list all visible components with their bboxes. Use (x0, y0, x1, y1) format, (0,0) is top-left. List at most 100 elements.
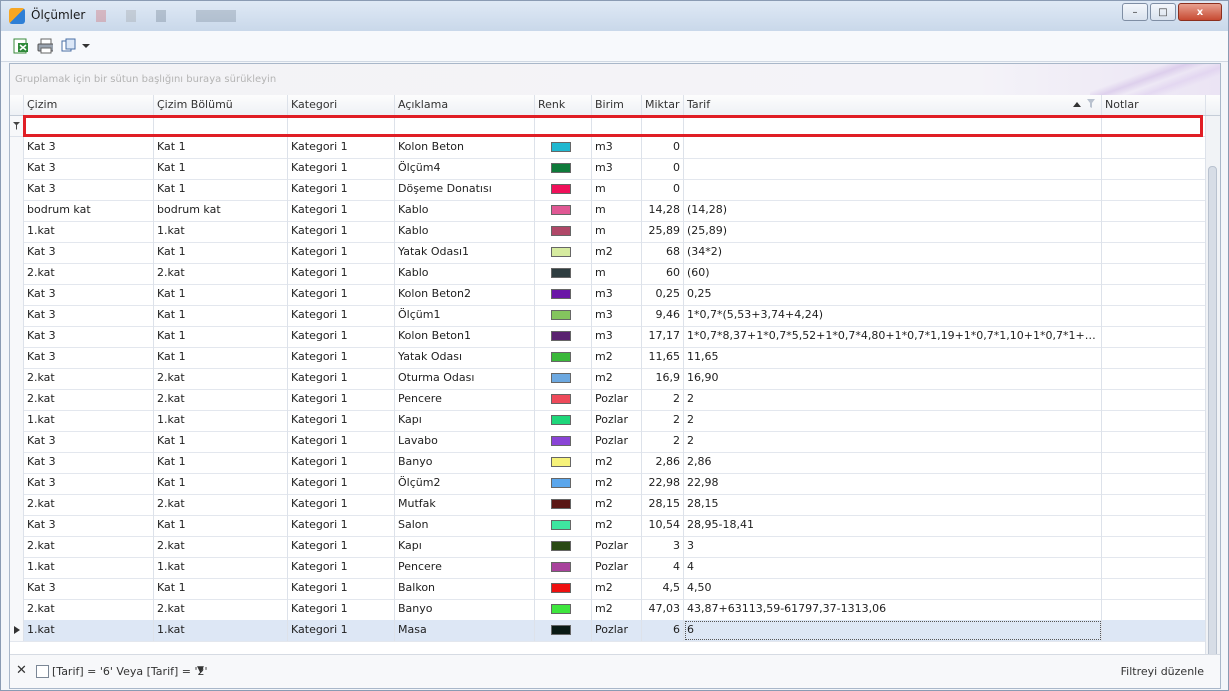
cell-renk[interactable] (535, 200, 592, 221)
cell-renk[interactable] (535, 389, 592, 410)
cell-notlar[interactable] (1102, 179, 1206, 200)
cell-miktar[interactable]: 0 (642, 179, 684, 200)
cell-tarif[interactable]: 43,87+63113,59-61797,37-1313,06 (684, 599, 1102, 620)
cell-bolum[interactable]: Kat 1 (154, 284, 288, 305)
cell-notlar[interactable] (1102, 620, 1206, 641)
table-row[interactable]: Kat 3 Kat 1 Kategori 1 Kolon Beton2 m3 0,25 0,… (10, 284, 1220, 306)
cell-birim[interactable]: m2 (592, 515, 642, 536)
cell-cizim[interactable]: 2.kat (24, 389, 154, 410)
cell-tarif[interactable]: (14,28) (684, 200, 1102, 221)
cell-renk[interactable] (535, 158, 592, 179)
cell-notlar[interactable] (1102, 410, 1206, 431)
cell-kategori[interactable]: Kategori 1 (288, 494, 395, 515)
cell-aciklama[interactable]: Ölçüm2 (395, 473, 535, 494)
cell-aciklama[interactable]: Kablo (395, 200, 535, 221)
row-indicator[interactable] (10, 578, 24, 599)
header-notlar[interactable]: Notlar (1102, 95, 1206, 115)
table-row[interactable]: Kat 3 Kat 1 Kategori 1 Ölçüm4 m3 0 (10, 158, 1220, 180)
row-indicator[interactable] (10, 221, 24, 242)
cell-kategori[interactable]: Kategori 1 (288, 536, 395, 557)
cell-aciklama[interactable]: Salon (395, 515, 535, 536)
cell-notlar[interactable] (1102, 557, 1206, 578)
table-row[interactable]: Kat 3 Kat 1 Kategori 1 Ölçüm1 m3 9,46 1*0,7*(5… (10, 305, 1220, 327)
table-row[interactable]: 1.kat 1.kat Kategori 1 Masa Pozlar 6 6 (10, 620, 1220, 642)
cell-notlar[interactable] (1102, 431, 1206, 452)
cell-tarif[interactable]: 28,15 (684, 494, 1102, 515)
cell-renk[interactable] (535, 431, 592, 452)
table-row[interactable]: Kat 3 Kat 1 Kategori 1 Banyo m2 2,86 2,86 (10, 452, 1220, 474)
cell-kategori[interactable]: Kategori 1 (288, 158, 395, 179)
cell-notlar[interactable] (1102, 200, 1206, 221)
cell-notlar[interactable] (1102, 137, 1206, 158)
cell-miktar[interactable]: 4,5 (642, 578, 684, 599)
cell-bolum[interactable]: 2.kat (154, 536, 288, 557)
cell-cizim[interactable]: Kat 3 (24, 515, 154, 536)
row-indicator[interactable] (10, 368, 24, 389)
row-indicator[interactable] (10, 179, 24, 200)
cell-miktar[interactable]: 2 (642, 410, 684, 431)
cell-cizim[interactable]: bodrum kat (24, 200, 154, 221)
table-row[interactable]: 2.kat 2.kat Kategori 1 Pencere Pozlar 2 2 (10, 389, 1220, 411)
cell-aciklama[interactable]: Kapı (395, 536, 535, 557)
cell-tarif[interactable]: 4,50 (684, 578, 1102, 599)
cell-aciklama[interactable]: Oturma Odası (395, 368, 535, 389)
cell-kategori[interactable]: Kategori 1 (288, 410, 395, 431)
table-row[interactable]: Kat 3 Kat 1 Kategori 1 Lavabo Pozlar 2 2 (10, 431, 1220, 453)
cell-bolum[interactable]: 2.kat (154, 368, 288, 389)
cell-aciklama[interactable]: Pencere (395, 557, 535, 578)
row-indicator[interactable] (10, 389, 24, 410)
cell-kategori[interactable]: Kategori 1 (288, 179, 395, 200)
row-indicator[interactable] (10, 263, 24, 284)
cell-cizim[interactable]: Kat 3 (24, 431, 154, 452)
print-button[interactable] (37, 38, 53, 54)
cell-tarif[interactable] (684, 179, 1102, 200)
cell-miktar[interactable]: 4 (642, 557, 684, 578)
cell-bolum[interactable]: Kat 1 (154, 305, 288, 326)
cell-renk[interactable] (535, 494, 592, 515)
filter-enabled-checkbox[interactable] (36, 665, 49, 678)
cell-tarif[interactable]: 1*0,7*8,37+1*0,7*5,52+1*0,7*4,80+1*0,7*1… (684, 326, 1102, 347)
cell-notlar[interactable] (1102, 389, 1206, 410)
header-renk[interactable]: Renk (535, 95, 592, 115)
cell-notlar[interactable] (1102, 536, 1206, 557)
filter-expression[interactable]: [Tarif] = '6' Veya [Tarif] = '2' (52, 665, 208, 678)
header-kategori[interactable]: Kategori (288, 95, 395, 115)
cell-birim[interactable]: m3 (592, 305, 642, 326)
row-indicator[interactable] (10, 284, 24, 305)
header-birim[interactable]: Birim (592, 95, 642, 115)
row-indicator[interactable] (10, 557, 24, 578)
cell-renk[interactable] (535, 620, 592, 641)
cell-cizim[interactable]: Kat 3 (24, 179, 154, 200)
cell-birim[interactable]: m3 (592, 326, 642, 347)
cell-miktar[interactable]: 47,03 (642, 599, 684, 620)
filter-icon[interactable] (1087, 99, 1095, 108)
cell-aciklama[interactable]: Banyo (395, 599, 535, 620)
cell-tarif[interactable]: 0,25 (684, 284, 1102, 305)
cell-renk[interactable] (535, 557, 592, 578)
cell-aciklama[interactable]: Kablo (395, 263, 535, 284)
row-indicator[interactable] (10, 452, 24, 473)
table-row[interactable]: 2.kat 2.kat Kategori 1 Banyo m2 47,03 43,87+63… (10, 599, 1220, 621)
row-indicator[interactable] (10, 158, 24, 179)
cell-miktar[interactable]: 60 (642, 263, 684, 284)
cell-cizim[interactable]: Kat 3 (24, 242, 154, 263)
cell-renk[interactable] (535, 368, 592, 389)
row-indicator[interactable] (10, 599, 24, 620)
cell-birim[interactable]: m2 (592, 368, 642, 389)
cell-cizim[interactable]: Kat 3 (24, 326, 154, 347)
cell-kategori[interactable]: Kategori 1 (288, 368, 395, 389)
cell-bolum[interactable]: bodrum kat (154, 200, 288, 221)
cell-birim[interactable]: m2 (592, 578, 642, 599)
cell-miktar[interactable]: 25,89 (642, 221, 684, 242)
table-row[interactable]: 2.kat 2.kat Kategori 1 Kapı Pozlar 3 3 (10, 536, 1220, 558)
cell-birim[interactable]: m2 (592, 452, 642, 473)
table-row[interactable]: 2.kat 2.kat Kategori 1 Oturma Odası m2 16,9 16… (10, 368, 1220, 390)
row-indicator[interactable] (10, 326, 24, 347)
cell-notlar[interactable] (1102, 305, 1206, 326)
cell-kategori[interactable]: Kategori 1 (288, 473, 395, 494)
cell-miktar[interactable]: 2 (642, 431, 684, 452)
cell-birim[interactable]: Pozlar (592, 431, 642, 452)
row-indicator[interactable] (10, 242, 24, 263)
cell-notlar[interactable] (1102, 242, 1206, 263)
cell-bolum[interactable]: 1.kat (154, 221, 288, 242)
